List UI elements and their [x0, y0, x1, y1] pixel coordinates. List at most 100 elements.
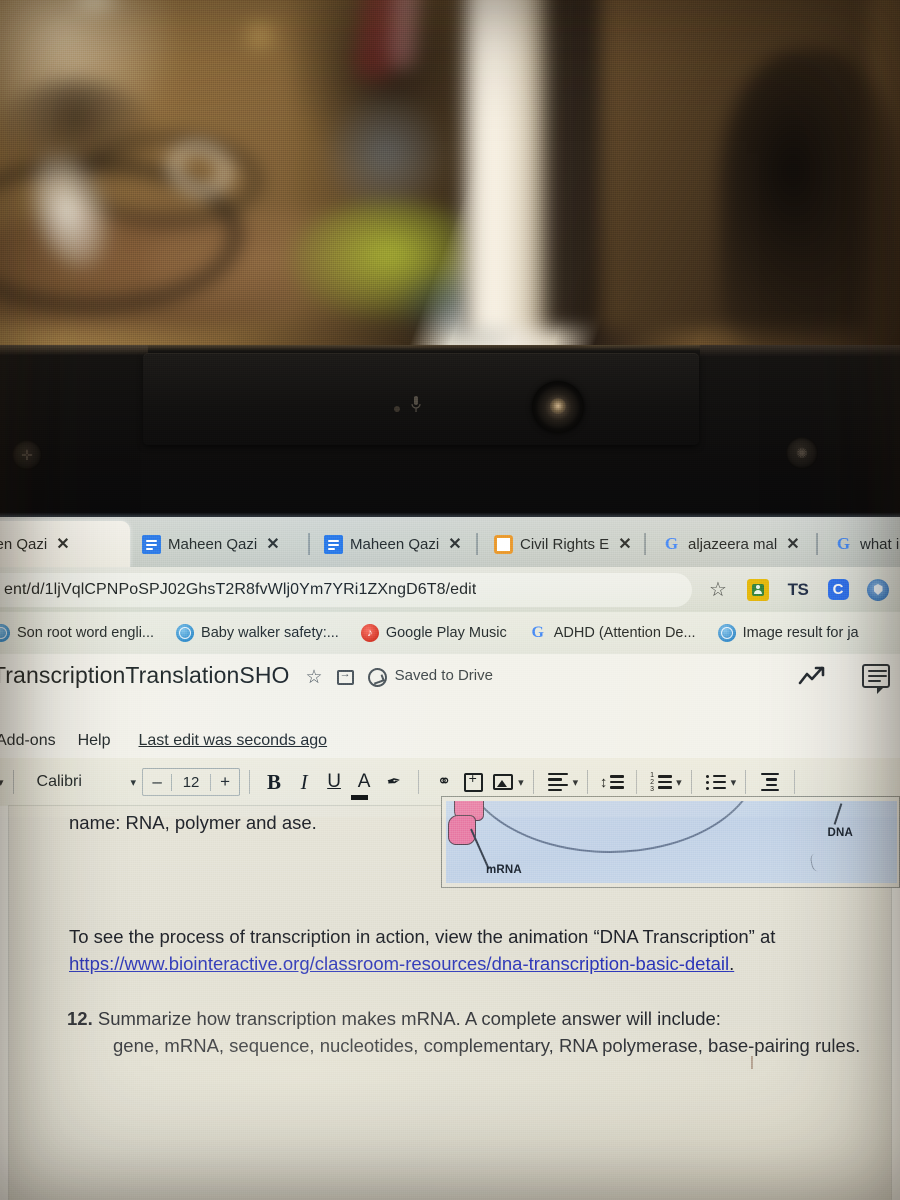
biointeractive-link[interactable]: https://www.biointeractive.org/classroom…	[69, 953, 729, 974]
c-extension-icon[interactable]: C	[826, 578, 850, 602]
font-size-stepper[interactable]: – 12 +	[142, 768, 241, 796]
globe-icon	[717, 624, 736, 642]
toolbar-divider	[587, 770, 589, 794]
bookmarks-bar: Son root word engli... Baby walker safet…	[0, 612, 900, 654]
bookmark-item[interactable]: G ADHD (Attention De...	[529, 624, 696, 642]
toolbar-divider	[745, 770, 747, 794]
google-docs-icon	[324, 534, 343, 554]
bookmark-label: Image result for ja	[742, 625, 859, 641]
close-icon[interactable]: ✕	[266, 534, 279, 554]
comment-history-icon[interactable]	[862, 664, 890, 694]
font-size-increase-button[interactable]: +	[211, 772, 239, 792]
browser-tab-3[interactable]: Maheen Qazi ✕	[314, 521, 472, 567]
star-icon[interactable]: ☆	[306, 666, 323, 689]
text-color-button[interactable]: A	[349, 767, 379, 800]
question-text: Summarize how transcription makes mRNA. …	[92, 1008, 721, 1029]
browser-tab-strip: Maheen Qazi ✕ Maheen Qazi ✕ Maheen Qazi …	[0, 517, 900, 567]
toolbar-divider	[12, 770, 14, 794]
bookmark-label: Baby walker safety:...	[201, 625, 339, 641]
toolbar-divider	[690, 770, 692, 794]
dna-leader-line	[833, 803, 843, 825]
align-icon[interactable]	[543, 767, 573, 797]
line-spacing-icon[interactable]: ↕	[597, 767, 627, 797]
bookmark-item[interactable]: Son root word engli...	[0, 624, 154, 642]
activity-trend-icon[interactable]	[798, 664, 828, 688]
add-comment-icon[interactable]	[458, 767, 488, 797]
microphone-dot-icon	[394, 406, 400, 412]
document-text-fragment: name: RNA, polymer and ase.	[69, 812, 317, 833]
dark-object-right	[720, 50, 900, 350]
bookmark-label: ADHD (Attention De...	[553, 625, 696, 641]
title-action-icons: ☆	[290, 654, 387, 689]
bookmark-label: Google Play Music	[385, 625, 507, 641]
address-bar[interactable]: ent/d/1ljVqlCPNPoSPJ02GhsT2R8fvWlj0Ym7YR…	[0, 572, 692, 607]
globe-icon	[176, 624, 195, 642]
ts-extension-icon[interactable]: TS	[786, 578, 810, 602]
warm-light-spot	[240, 15, 280, 55]
question-12-line: 12. Summarize how transcription makes mR…	[67, 1006, 721, 1032]
tab-title: aljazeera mal	[688, 535, 778, 553]
room-background	[0, 0, 900, 352]
chevron-down-icon[interactable]: ▾	[676, 776, 682, 789]
diagram-squiggle	[809, 851, 827, 873]
browser-tab-1[interactable]: Maheen Qazi ✕	[0, 521, 130, 567]
browser-tab-5[interactable]: G aljazeera mal ✕	[652, 521, 812, 567]
saved-status: Saved to Drive	[394, 667, 493, 684]
font-size-decrease-button[interactable]: –	[143, 772, 171, 792]
profile-extension-icon[interactable]	[746, 578, 770, 602]
document-title[interactable]: TranscriptionTranslationSHO	[0, 654, 290, 689]
diagram-canvas: mRNA DNA	[446, 801, 897, 883]
bookmark-item[interactable]: Google Play Music	[360, 624, 507, 642]
decrease-indent-icon[interactable]	[755, 767, 785, 797]
google-docs-icon	[142, 534, 161, 554]
font-size-value[interactable]: 12	[171, 773, 212, 791]
omnibox-actions: ☆ TS C	[692, 578, 900, 602]
browser-tab-2[interactable]: Maheen Qazi ✕	[132, 521, 304, 567]
embedded-diagram-image[interactable]: mRNA DNA	[441, 796, 900, 888]
chevron-down-icon[interactable]: ▾	[518, 776, 524, 789]
italic-button[interactable]: I	[289, 767, 319, 797]
close-icon[interactable]: ✕	[618, 534, 631, 554]
browser-tab-6[interactable]: G what i	[824, 521, 900, 567]
browser-tab-4[interactable]: Civil Rights E ✕	[484, 521, 642, 567]
close-icon[interactable]: ✕	[786, 534, 799, 554]
bulleted-list-icon[interactable]	[701, 767, 731, 797]
tab-title: Maheen Qazi	[350, 535, 440, 553]
tab-title: Maheen Qazi	[168, 535, 258, 553]
last-edit-status[interactable]: Last edit was seconds ago	[139, 732, 328, 750]
door-frame	[460, 0, 550, 330]
tab-title: Maheen Qazi	[0, 535, 48, 553]
close-icon[interactable]: ✕	[448, 534, 461, 554]
font-family-select[interactable]: Calibri	[23, 773, 131, 791]
url-text: ent/d/1ljVqlCPNPoSPJ02GhsT2R8fvWlj0Ym7YR…	[4, 580, 477, 598]
bold-button[interactable]: B	[259, 767, 289, 797]
tab-divider	[308, 533, 310, 555]
tab-divider	[476, 533, 478, 555]
insert-link-icon[interactable]: ⚭	[428, 767, 458, 797]
close-icon[interactable]: ✕	[56, 534, 69, 554]
document-page[interactable]: name: RNA, polymer and ase. mRNA DNA To …	[9, 796, 900, 1200]
bookmark-item[interactable]: Baby walker safety:...	[176, 624, 339, 642]
chevron-down-icon[interactable]: ▾	[131, 776, 137, 789]
insert-image-icon[interactable]	[488, 767, 518, 797]
move-to-folder-icon[interactable]	[336, 668, 354, 685]
chevron-down-icon[interactable]: ▾	[0, 776, 4, 789]
mrna-label: mRNA	[486, 864, 522, 876]
underline-button[interactable]: U	[319, 767, 349, 797]
bookmark-star-icon[interactable]: ☆	[706, 578, 730, 602]
play-music-icon	[360, 624, 379, 642]
highlight-color-icon[interactable]: ✒	[377, 765, 412, 800]
bezel-port-left-icon: ✛	[12, 440, 42, 470]
globe-icon	[0, 624, 10, 642]
numbered-list-icon[interactable]: 123	[646, 767, 676, 797]
menu-item-help[interactable]: Help	[78, 732, 111, 750]
menu-item-addons[interactable]: Add-ons	[0, 732, 56, 750]
google-docs-app: TranscriptionTranslationSHO ☆ Saved to D…	[0, 654, 900, 1200]
shield-extension-icon[interactable]	[866, 578, 890, 602]
bezel-port-right-icon: ✺	[786, 437, 818, 469]
google-icon: G	[836, 533, 851, 553]
paragraph-animation-note: To see the process of transcription in a…	[69, 926, 776, 947]
chevron-down-icon[interactable]: ▾	[573, 776, 579, 789]
chevron-down-icon[interactable]: ▾	[731, 776, 737, 789]
bookmark-item[interactable]: Image result for ja	[717, 624, 859, 642]
